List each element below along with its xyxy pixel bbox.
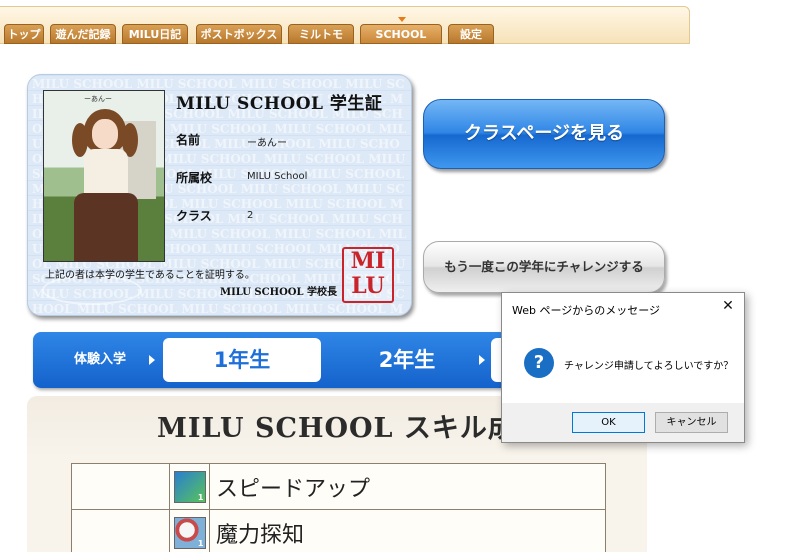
tab-milu-diary[interactable]: MILU日記 <box>122 24 188 44</box>
confirm-dialog: Web ページからのメッセージ ✕ ? チャレンジ申請してよろしいですか？ OK… <box>501 292 745 443</box>
avatar-skirt <box>74 193 138 261</box>
ok-button[interactable]: OK <box>572 412 645 433</box>
tab-play-record[interactable]: 遊んだ記録 <box>50 24 116 44</box>
close-icon[interactable]: ✕ <box>720 298 736 314</box>
dialog-title: Web ページからのメッセージ <box>512 304 661 317</box>
avatar-face <box>92 119 118 149</box>
page-root: トップ 遊んだ記録 MILU日記 ポストボックス ミルトモ SCHOOL 設定 … <box>0 0 802 552</box>
skill-rank-cell <box>71 509 170 552</box>
skill-icon-cell: 1 <box>169 463 210 510</box>
field-value-name: ーあんー <box>247 138 287 149</box>
retry-grade-button[interactable]: もう一度この学年にチャレンジする <box>423 241 665 293</box>
skill-name: 魔力探知 <box>209 509 606 552</box>
active-tab-marker <box>398 17 406 22</box>
tab-settings[interactable]: 設定 <box>448 24 494 44</box>
question-icon: ? <box>524 348 554 378</box>
field-label-name: 名前 <box>176 133 201 147</box>
field-label-class: クラス <box>176 209 212 223</box>
dialog-message: チャレンジ申請してよろしいですか？ <box>564 361 734 372</box>
principal-signature: MILU SCHOOL 学校長 <box>220 287 337 298</box>
skill-title: MILU SCHOOL スキル成績 <box>157 413 544 444</box>
table-row: 1 スピードアップ <box>71 463 606 510</box>
field-label-school: 所属校 <box>176 171 213 185</box>
skill-table: 1 スピードアップ 1 魔力探知 <box>71 463 606 552</box>
avatar-photo: ーあんー <box>43 90 165 262</box>
speed-up-icon: 1 <box>173 470 206 503</box>
skill-rank-cell <box>71 463 170 510</box>
view-class-page-button[interactable]: クラスページを見る <box>423 99 665 169</box>
tab-top[interactable]: トップ <box>4 24 44 44</box>
dialog-footer: OK キャンセル <box>502 403 744 442</box>
chevron-right-icon <box>313 355 319 365</box>
chevron-right-icon <box>149 355 155 365</box>
card-title: MILU SCHOOL 学生証 <box>176 94 383 114</box>
student-id-card: MILU SCHOOL MILU SCHOOL MILU SCHOOL MILU… <box>27 74 412 316</box>
table-row: 1 魔力探知 <box>71 509 606 552</box>
grade-tab-trial[interactable]: 体験入学 <box>37 338 163 382</box>
magic-detect-icon: 1 <box>173 516 206 549</box>
avatar-name-tag: ーあんー <box>84 95 112 103</box>
chevron-right-icon <box>479 355 485 365</box>
certification-text: 上記の者は本学の学生であることを証明する。 <box>45 270 255 281</box>
tab-school[interactable]: SCHOOL <box>360 24 442 44</box>
field-value-class: 2 <box>247 210 254 221</box>
avatar-blouse <box>84 149 128 199</box>
skill-name: スピードアップ <box>209 463 606 510</box>
tab-milutomo[interactable]: ミルトモ <box>288 24 354 44</box>
cancel-button[interactable]: キャンセル <box>655 412 728 433</box>
grade-tab-year1[interactable]: 1年生 <box>163 338 321 382</box>
grade-tab-year2[interactable]: 2年生 <box>327 338 487 382</box>
school-seal: MI LU <box>342 247 394 303</box>
field-value-school: MILU School <box>247 171 308 182</box>
skill-icon-cell: 1 <box>169 509 210 552</box>
top-tab-bar: トップ 遊んだ記録 MILU日記 ポストボックス ミルトモ SCHOOL 設定 <box>0 6 690 44</box>
tab-post-box[interactable]: ポストボックス <box>196 24 282 44</box>
grade-nav: 体験入学 1年生 2年生 <box>33 332 503 388</box>
